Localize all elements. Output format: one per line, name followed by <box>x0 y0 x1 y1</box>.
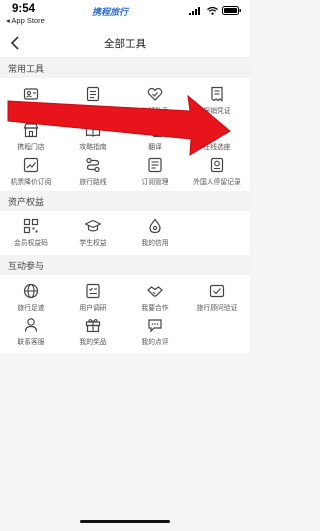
handshake-icon <box>147 286 163 297</box>
tool-reimbursement-voucher[interactable]: 报销凭证 <box>186 84 248 122</box>
tool-label: 报销凭证 <box>203 107 231 115</box>
status-time: 9:54 <box>12 3 36 15</box>
section-header-assets-benefits: 资产权益 <box>0 191 250 211</box>
tool-label: 机票降价订阅 <box>10 178 52 186</box>
tool-common-info[interactable]: 常用信息 <box>0 84 62 122</box>
tool-translate[interactable]: A 翻译 <box>124 120 186 158</box>
tool-label: 我的点评 <box>141 338 169 346</box>
checklist-icon <box>86 86 100 102</box>
system-icons <box>189 6 242 15</box>
tool-label: 旅行顾问验证 <box>196 304 238 312</box>
tool-label: 外国人停留记录 <box>193 178 241 186</box>
battery-icon <box>222 6 241 15</box>
tool-foreigner-stay-record[interactable]: 外国人停留记录 <box>186 155 248 193</box>
tool-label: 我的奖品 <box>79 338 107 346</box>
tool-label: 旅行足迹 <box>17 304 45 312</box>
tool-label: 旅行路线 <box>79 178 107 186</box>
tool-grid-interaction: 旅行足迹 用户调研 我要合作 旅行顾问验证 联系客服 我的奖品 我的点评 <box>0 275 250 353</box>
gift-icon <box>85 318 101 333</box>
store-icon <box>23 123 39 138</box>
tool-label: 用户调研 <box>79 304 107 312</box>
section-title: 资产权益 <box>8 198 45 208</box>
credit-drop-icon <box>149 218 161 234</box>
tool-label: 订阅管理 <box>141 178 169 186</box>
passport-icon <box>210 157 224 173</box>
tool-label: 翻译 <box>148 143 162 151</box>
tool-my-credit[interactable]: 我的信用 <box>124 216 186 254</box>
tool-travel-guide[interactable]: 攻略指南 <box>62 120 124 158</box>
seat-icon <box>210 124 224 137</box>
tool-travel-footprint[interactable]: 旅行足迹 <box>0 281 62 319</box>
tool-cooperation[interactable]: 我要合作 <box>124 281 186 319</box>
tool-member-benefit-code[interactable]: 会员权益码 <box>0 216 62 254</box>
section-header-interaction: 互动参与 <box>0 255 250 275</box>
tool-online-seat-selection[interactable]: 在线选座 <box>186 120 248 158</box>
back-to-app-store-link[interactable]: ◂ App Store <box>6 16 45 25</box>
subscription-icon <box>148 157 162 173</box>
tool-grid-common: 常用信息 出行清单 航班助手 报销凭证 携程门店 攻略指南 A 翻译 在线选座 … <box>0 78 250 191</box>
qr-code-icon <box>23 218 39 234</box>
book-icon <box>85 123 101 137</box>
tool-label: 联系客服 <box>17 338 45 346</box>
navigation-bar: 全部工具 <box>0 28 250 58</box>
receipt-icon <box>211 86 223 102</box>
tool-flight-assistant[interactable]: 航班助手 <box>124 84 186 122</box>
section-header-common-tools: 常用工具 <box>0 58 250 78</box>
tool-user-survey[interactable]: 用户调研 <box>62 281 124 319</box>
wifi-icon <box>207 6 218 15</box>
brand-logo: 携程旅行 <box>92 7 129 17</box>
advisor-check-icon <box>209 284 225 298</box>
tool-my-reviews[interactable]: 我的点评 <box>124 315 186 353</box>
route-icon <box>86 157 100 173</box>
graduation-cap-icon <box>85 219 101 232</box>
tool-label: 常用信息 <box>17 107 45 115</box>
user-card-icon <box>23 88 39 100</box>
tool-label: 学生权益 <box>79 239 107 247</box>
tool-travel-checklist[interactable]: 出行清单 <box>62 84 124 122</box>
status-bar: 9:54 ◂ App Store 携程旅行 <box>0 0 250 28</box>
tool-travel-route[interactable]: 旅行路线 <box>62 155 124 193</box>
section-title: 常用工具 <box>8 65 45 75</box>
tool-subscription-management[interactable]: 订阅管理 <box>124 155 186 193</box>
tool-label: 攻略指南 <box>79 143 107 151</box>
tool-label: 会员权益码 <box>14 239 48 247</box>
tool-my-prizes[interactable]: 我的奖品 <box>62 315 124 353</box>
tool-label: 航班助手 <box>141 107 169 115</box>
tool-label: 我要合作 <box>141 304 169 312</box>
section-title: 互动参与 <box>8 262 45 272</box>
tool-ctrip-store[interactable]: 携程门店 <box>0 120 62 158</box>
svg-text:A: A <box>156 131 160 137</box>
tool-travel-advisor-verification[interactable]: 旅行顾问验证 <box>186 281 248 319</box>
survey-icon <box>86 283 100 299</box>
tool-label: 出行清单 <box>79 107 107 115</box>
tool-label: 我的信用 <box>141 239 169 247</box>
customer-service-icon <box>24 318 38 332</box>
footprint-icon <box>23 283 39 299</box>
tool-student-benefits[interactable]: 学生权益 <box>62 216 124 254</box>
tool-grid-assets: 会员权益码 学生权益 我的信用 <box>0 211 250 255</box>
tool-label: 在线选座 <box>203 143 231 151</box>
comment-icon <box>148 319 162 333</box>
page-title: 全部工具 <box>104 38 146 50</box>
home-indicator <box>80 520 170 523</box>
trend-chart-icon <box>23 157 39 173</box>
tool-contact-customer-service[interactable]: 联系客服 <box>0 315 62 353</box>
tool-fare-drop-subscription[interactable]: 机票降价订阅 <box>0 155 62 193</box>
signal-icon <box>189 6 200 15</box>
tool-label: 携程门店 <box>17 143 45 151</box>
heart-check-icon <box>147 87 163 101</box>
translate-icon: A <box>147 122 163 138</box>
